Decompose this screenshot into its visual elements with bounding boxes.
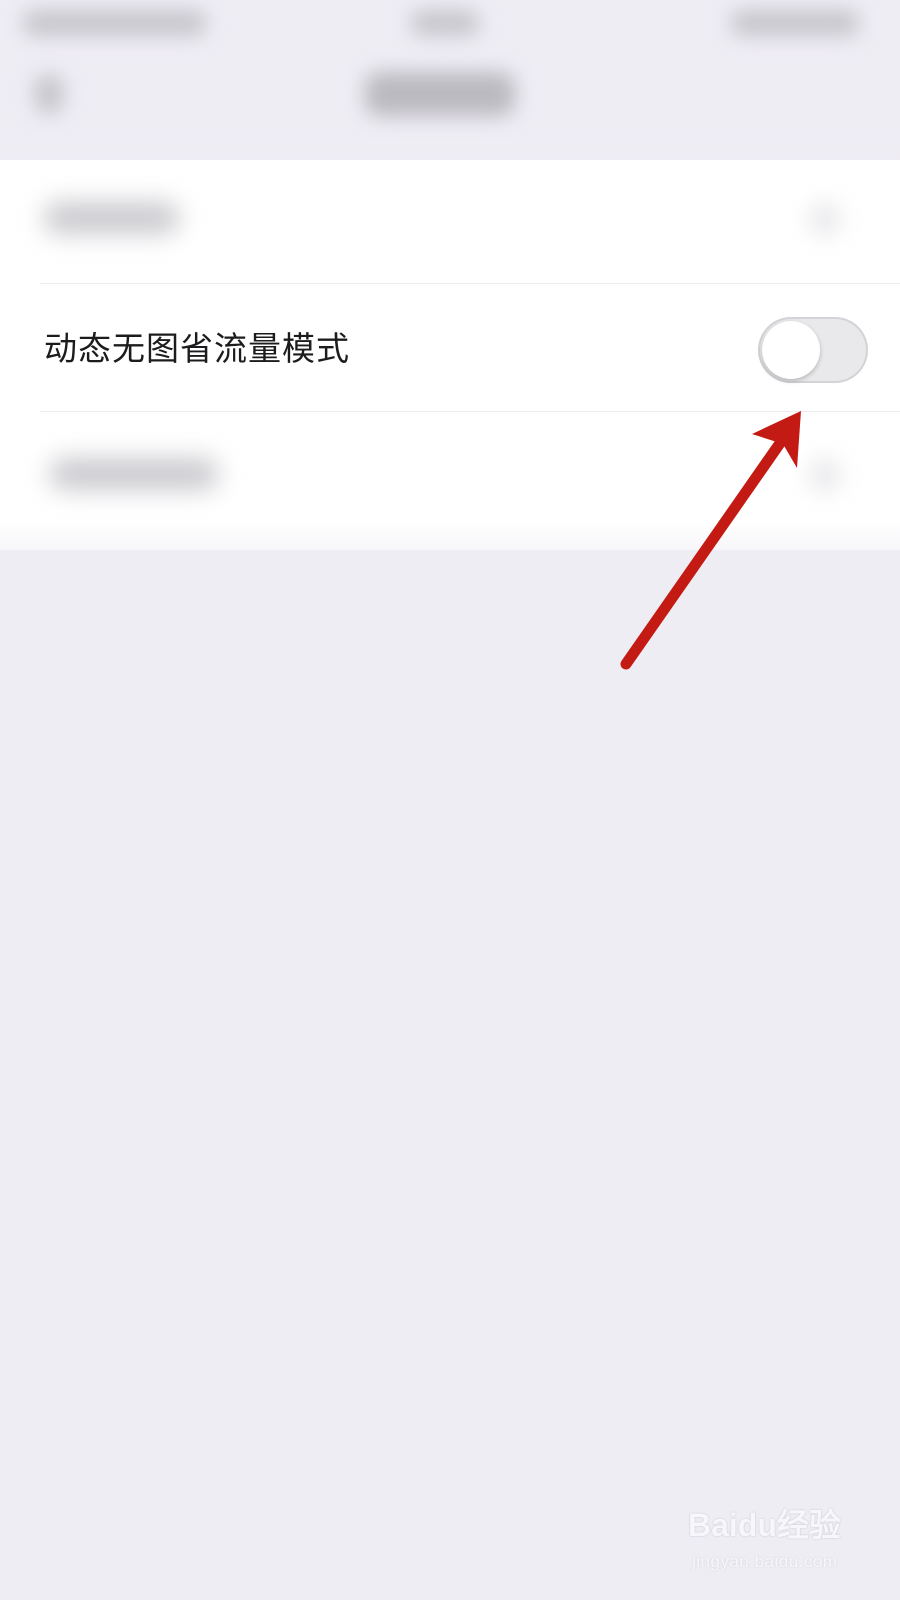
card-bottom-fade [0, 520, 900, 580]
chevron-right-icon [812, 204, 838, 234]
settings-row-data-saver[interactable]: 动态无图省流量模式 [0, 286, 900, 414]
settings-row-top-label [44, 202, 179, 234]
status-bar-battery [730, 10, 860, 36]
watermark-logo: Baidu经验 [688, 1507, 841, 1543]
watermark-url: jingyan.baidu.com [692, 1552, 838, 1571]
status-bar-time [410, 10, 480, 36]
data-saver-label: 动态无图省流量模式 [44, 329, 350, 368]
settings-group: 动态无图省流量模式 [0, 160, 900, 550]
toggle-knob [762, 321, 820, 379]
status-bar [0, 0, 900, 50]
baidu-watermark: Baidu经验 jingyan.baidu.com [688, 1500, 868, 1580]
page-title [365, 72, 515, 116]
settings-row-top[interactable] [0, 160, 900, 288]
back-arrow-icon[interactable] [34, 74, 64, 114]
row-divider [40, 283, 900, 284]
settings-screen: 动态无图省流量模式 Baidu经验 jingyan.baidu.com [0, 0, 900, 1600]
settings-row-bottom-label [50, 458, 218, 490]
row-divider [40, 411, 900, 412]
data-saver-toggle[interactable] [758, 317, 868, 383]
status-bar-carrier [22, 10, 207, 36]
chevron-right-icon [812, 460, 838, 490]
